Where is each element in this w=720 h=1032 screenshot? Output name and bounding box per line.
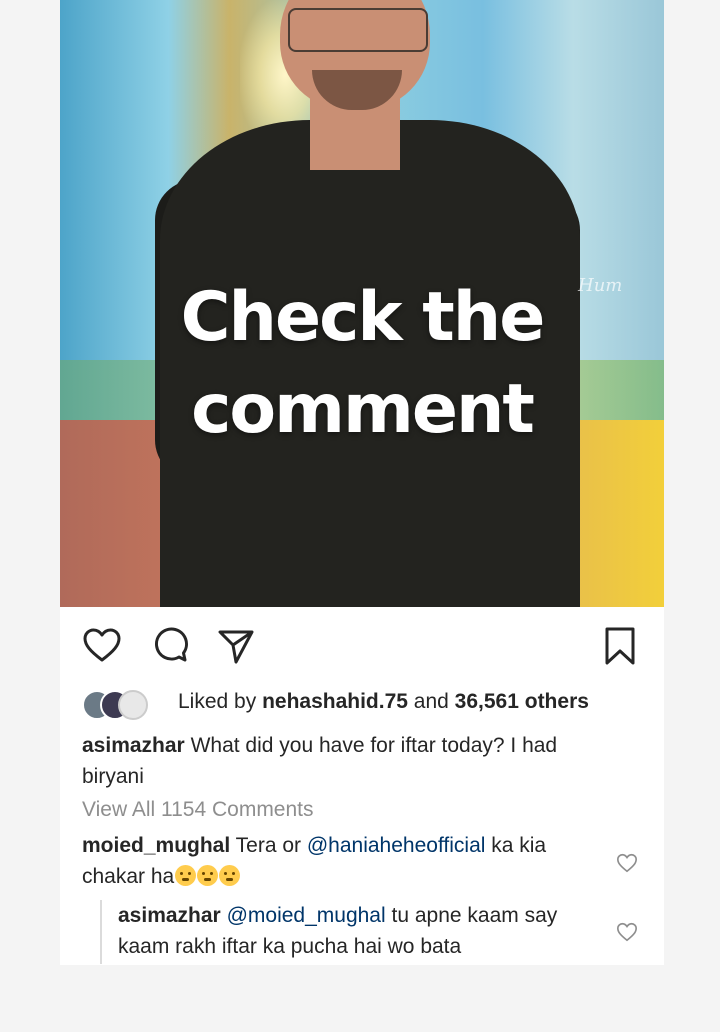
overlay-line-2: comment xyxy=(191,370,535,449)
liker-username[interactable]: nehashahid.75 xyxy=(262,690,408,713)
likes-summary[interactable]: Liked by nehashahid.75 and 36,561 others xyxy=(178,690,589,714)
likes-count[interactable]: 36,561 others xyxy=(455,690,589,713)
caption-username[interactable]: asimazhar xyxy=(82,734,185,757)
action-bar xyxy=(60,620,664,672)
reply-like-heart-icon[interactable] xyxy=(616,921,638,943)
reply-username[interactable]: asimazhar xyxy=(118,904,221,927)
reply-mention[interactable]: @moied_mughal xyxy=(227,904,386,927)
reply-thread-line xyxy=(100,900,102,964)
overlay-line-1: Check the xyxy=(180,278,546,357)
post-caption: asimazhar What did you have for iftar to… xyxy=(82,730,622,792)
view-all-comments-link[interactable]: View All 1154 Comments xyxy=(82,798,314,822)
likes-prefix: Liked by xyxy=(178,690,263,713)
glasses xyxy=(288,8,428,52)
liker-avatars[interactable] xyxy=(82,690,162,720)
thinking-face-emoji-icon xyxy=(175,865,197,886)
bookmark-icon[interactable] xyxy=(600,626,640,666)
likes-middle: and xyxy=(407,690,455,713)
comment-username[interactable]: moied_mughal xyxy=(82,834,230,857)
post-card: Hum Check the comment Liked by nehashahi… xyxy=(60,0,664,965)
avatar xyxy=(118,690,148,720)
comment-icon[interactable] xyxy=(150,626,190,666)
share-icon[interactable] xyxy=(216,626,256,666)
worried-face-emoji-icon xyxy=(219,865,241,886)
comment-like-heart-icon[interactable] xyxy=(616,852,638,874)
reply-comment: asimazhar @moied_mughal tu apne kaam say… xyxy=(118,900,598,962)
heart-icon[interactable] xyxy=(82,626,122,666)
post-image[interactable]: Hum Check the comment xyxy=(60,0,664,607)
likes-row: Liked by nehashahid.75 and 36,561 others xyxy=(82,686,662,722)
worried-face-emoji-icon xyxy=(197,865,219,886)
overlay-caption: Check the comment xyxy=(60,272,664,456)
comment-mention[interactable]: @haniaheheofficial xyxy=(307,834,486,857)
comment-text-before: Tera or xyxy=(230,834,307,857)
comment: moied_mughal Tera or @haniaheheofficial … xyxy=(82,830,612,892)
